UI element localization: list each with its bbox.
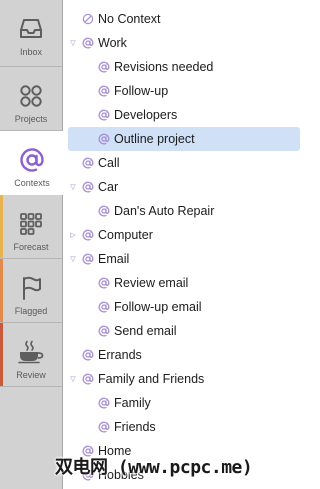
sub-context-row[interactable]: Family (63, 391, 301, 415)
forecast-accent (0, 195, 3, 258)
at-icon (97, 295, 110, 319)
context-label: Revisions needed (114, 60, 214, 74)
context-label: Follow-up (114, 84, 169, 98)
context-label: Developers (114, 108, 178, 122)
at-icon (81, 151, 94, 175)
at-icon (97, 271, 110, 295)
disclosure-expanded-icon[interactable]: ▽ (68, 367, 78, 391)
at-icon (81, 343, 94, 367)
context-label: Family (114, 396, 151, 410)
context-row[interactable]: ▽ Work (63, 31, 301, 55)
contexts-outline: No Context ▽ Work Revisions needed Follow-up… (63, 0, 301, 489)
perspective-flagged[interactable]: Flagged (0, 259, 62, 323)
flagged-accent (0, 259, 3, 322)
context-label: Friends (114, 420, 156, 434)
app-window: Inbox Projects Contexts Forecast Flagged… (0, 0, 301, 489)
sub-context-row[interactable]: Revisions needed (63, 55, 301, 79)
sub-context-row[interactable]: Send email (63, 319, 301, 343)
at-icon (81, 223, 94, 247)
context-label: Email (98, 252, 130, 266)
perspective-forecast[interactable]: Forecast (0, 195, 62, 259)
sub-context-row[interactable]: Follow-up email (63, 295, 301, 319)
context-row[interactable]: No Context (63, 7, 301, 31)
forecast-icon (19, 207, 43, 241)
disclosure-expanded-icon[interactable]: ▽ (68, 31, 78, 55)
context-row[interactable]: ▽ Car (63, 175, 301, 199)
at-icon (97, 103, 110, 127)
context-label: No Context (98, 12, 161, 26)
perspective-label: Projects (14, 114, 48, 124)
context-label: Computer (98, 228, 153, 242)
disclosure-expanded-icon[interactable]: ▽ (68, 247, 78, 271)
at-icon (97, 319, 110, 343)
context-label: Outline project (114, 132, 195, 146)
context-label: Send email (114, 324, 177, 338)
perspective-label: Flagged (14, 306, 48, 316)
context-label: Work (98, 36, 127, 50)
perspective-projects[interactable]: Projects (0, 67, 62, 131)
review-icon (18, 335, 44, 369)
context-row[interactable]: ▽ Family and Friends (63, 367, 301, 391)
at-icon (97, 55, 110, 79)
perspective-contexts[interactable]: Contexts (0, 131, 64, 195)
context-label: Family and Friends (98, 372, 205, 386)
sub-context-row[interactable]: Outline project (63, 127, 301, 151)
at-icon (81, 367, 94, 391)
watermark-text: 双电网 (www.pcpc.me) (55, 457, 253, 478)
disclosure-expanded-icon[interactable]: ▽ (68, 175, 78, 199)
context-label: Follow-up email (114, 300, 202, 314)
sub-context-row[interactable]: Friends (63, 415, 301, 439)
context-label: Call (98, 156, 120, 170)
at-icon (97, 415, 110, 439)
perspective-label: Review (16, 370, 46, 380)
sub-context-row[interactable]: Review email (63, 271, 301, 295)
at-icon (97, 199, 110, 223)
at-icon (81, 175, 94, 199)
perspective-inbox[interactable]: Inbox (0, 0, 62, 67)
perspective-label: Inbox (19, 47, 43, 57)
context-row[interactable]: Errands (63, 343, 301, 367)
no-context-icon (81, 7, 94, 31)
at-icon (97, 391, 110, 415)
perspectives-sidebar: Inbox Projects Contexts Forecast Flagged… (0, 0, 64, 489)
context-label: Review email (114, 276, 189, 290)
review-accent (0, 323, 3, 386)
inbox-icon (19, 12, 43, 46)
perspective-review[interactable]: Review (0, 323, 62, 387)
contexts-icon (19, 143, 45, 177)
disclosure-collapsed-icon[interactable]: ▷ (68, 223, 78, 247)
at-icon (81, 247, 94, 271)
at-icon (81, 31, 94, 55)
context-label: Dan's Auto Repair (114, 204, 215, 218)
perspective-label: Contexts (14, 178, 50, 188)
context-row[interactable]: Call (63, 151, 301, 175)
perspective-label: Forecast (13, 242, 49, 252)
sub-context-row[interactable]: Developers (63, 103, 301, 127)
context-row[interactable]: ▷ Computer (63, 223, 301, 247)
at-icon (97, 79, 110, 103)
context-label: Car (98, 180, 119, 194)
sub-context-row[interactable]: Dan's Auto Repair (63, 199, 301, 223)
projects-icon (19, 79, 43, 113)
sub-context-row[interactable]: Follow-up (63, 79, 301, 103)
flagged-icon (20, 271, 42, 305)
context-row[interactable]: ▽ Email (63, 247, 301, 271)
context-label: Errands (98, 348, 142, 362)
at-icon (97, 127, 110, 151)
